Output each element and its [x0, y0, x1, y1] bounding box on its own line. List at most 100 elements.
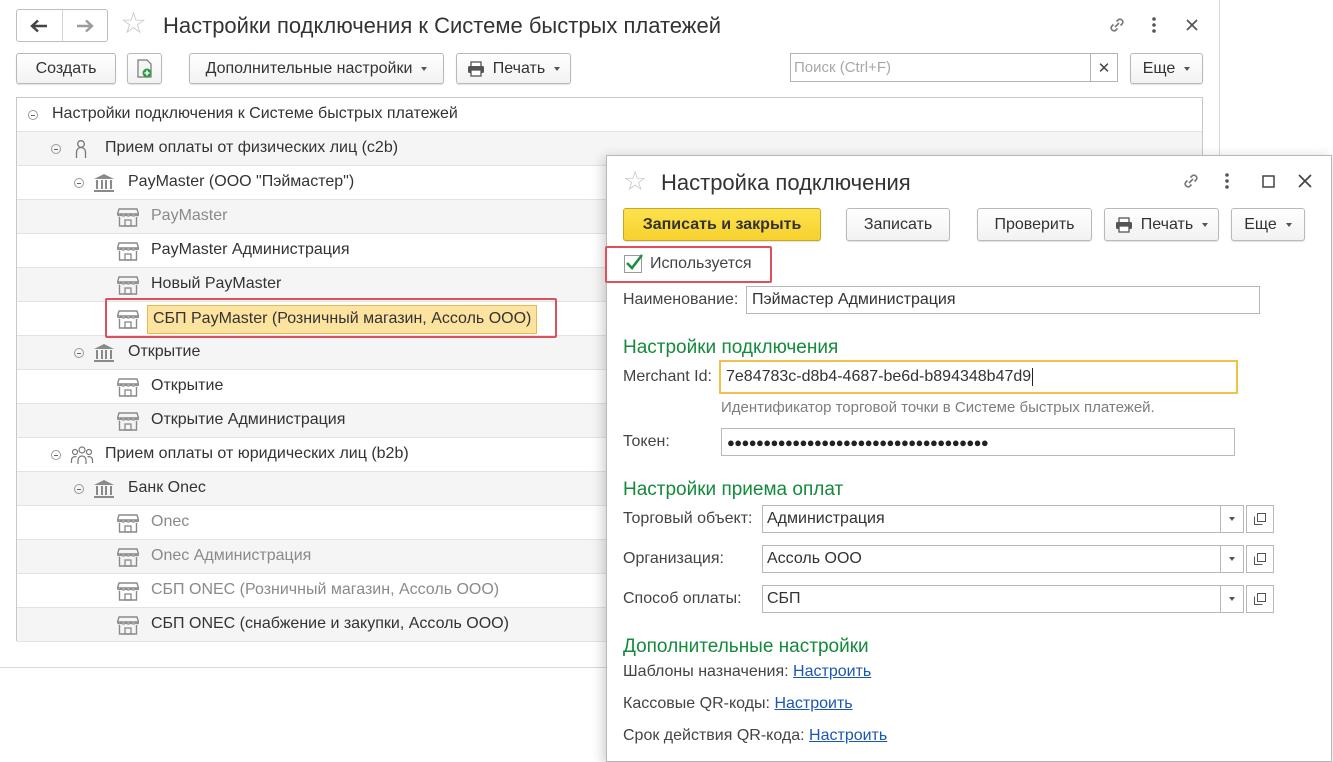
print-label: Печать — [492, 59, 546, 77]
more-button[interactable]: Еще — [1130, 53, 1203, 84]
tree-row-label: Onec — [151, 513, 190, 530]
shop-icon — [116, 411, 140, 431]
save-button[interactable]: Записать — [846, 208, 950, 241]
chevron-down-icon — [1202, 222, 1209, 227]
qr-term-row: Срок действия QR-кода: Настроить — [623, 727, 887, 745]
close-icon[interactable] — [1294, 169, 1316, 193]
save-and-close-label: Записать и закрыть — [642, 215, 802, 233]
more-vertical-icon[interactable] — [1216, 169, 1238, 193]
tree-row-label: СБП ONEC (снабжение и закупки, Ассоль ОО… — [151, 615, 509, 632]
qr-codes-label: Кассовые QR-коды: — [623, 695, 770, 712]
additional-section-title: Дополнительные настройки — [623, 636, 869, 657]
collapse-toggle-icon[interactable] — [51, 450, 61, 460]
merchant-id-field[interactable]: 7e84783c-d8b4-4687-be6d-b894348b47d9 — [719, 360, 1238, 394]
forward-button[interactable] — [61, 10, 108, 41]
checkmark-icon — [626, 254, 644, 270]
shop-icon — [116, 513, 140, 533]
chevron-down-icon — [421, 66, 428, 71]
tree-row-label: Открытие — [128, 343, 201, 360]
link-icon[interactable] — [1105, 13, 1129, 37]
name-field[interactable]: Пэймастер Администрация — [746, 286, 1260, 314]
connection-section-title: Настройки подключения — [623, 337, 839, 358]
dropdown-icon[interactable] — [1220, 585, 1244, 613]
chevron-down-icon — [1285, 222, 1292, 227]
token-label: Токен: — [623, 433, 670, 450]
arrow-left-icon — [30, 19, 48, 32]
tree-row-label: Прием оплаты от физических лиц (c2b) — [105, 139, 399, 156]
check-button[interactable]: Проверить — [977, 208, 1092, 241]
templates-row: Шаблоны назначения: Настроить — [623, 663, 871, 681]
chevron-down-icon — [554, 66, 561, 71]
additional-settings-label: Дополнительные настройки — [205, 59, 413, 77]
name-label: Наименование: — [623, 291, 739, 308]
trade-object-label: Торговый объект: — [623, 510, 753, 527]
templates-configure-link[interactable]: Настроить — [793, 663, 871, 680]
payment-method-select[interactable]: СБП — [762, 585, 1274, 613]
tree-row-label: Прием оплаты от юридических лиц (b2b) — [105, 445, 409, 462]
shop-icon — [116, 615, 140, 635]
favorite-star-icon[interactable]: ☆ — [120, 9, 147, 39]
create-button[interactable]: Создать — [16, 53, 116, 84]
collapse-toggle-icon[interactable] — [74, 178, 84, 188]
dropdown-icon[interactable] — [1220, 505, 1244, 533]
link-icon[interactable] — [1179, 169, 1203, 193]
organization-value: Ассоль ООО — [762, 545, 1220, 573]
more-vertical-icon[interactable] — [1143, 13, 1165, 37]
connection-dialog: ☆ Настройка подключения Записать и закры… — [605, 155, 1332, 762]
people-icon — [70, 445, 94, 465]
dropdown-icon[interactable] — [1220, 545, 1244, 573]
bank-icon — [93, 343, 115, 363]
tree-row-label: Открытие Администрация — [151, 411, 346, 428]
collapse-toggle-icon[interactable] — [51, 144, 61, 154]
printer-icon — [1115, 216, 1132, 233]
qr-codes-row: Кассовые QR-коды: Настроить — [623, 695, 853, 713]
collapse-toggle-icon[interactable] — [74, 348, 84, 358]
save-and-close-button[interactable]: Записать и закрыть — [623, 208, 821, 241]
tree-row-label: Настройки подключения к Системе быстрых … — [52, 105, 458, 122]
trade-object-select[interactable]: Администрация — [762, 505, 1274, 533]
shop-icon — [116, 241, 140, 261]
close-icon[interactable] — [1181, 13, 1203, 37]
dialog-title: Настройка подключения — [661, 170, 911, 195]
open-record-icon[interactable] — [1246, 545, 1274, 573]
qr-codes-configure-link[interactable]: Настроить — [774, 695, 852, 712]
tree-row-label: СБП ONEC (Розничный магазин, Ассоль ООО) — [151, 581, 500, 598]
search-box: ✕ — [790, 53, 1118, 82]
back-button[interactable] — [17, 10, 62, 41]
qr-term-configure-link[interactable]: Настроить — [809, 727, 887, 744]
search-input[interactable] — [791, 54, 1090, 81]
arrow-right-icon — [76, 19, 94, 32]
check-label: Проверить — [994, 215, 1075, 233]
token-field[interactable]: ●●●●●●●●●●●●●●●●●●●●●●●●●●●●●●●●●●●● — [721, 428, 1235, 456]
print-button[interactable]: Печать — [1104, 208, 1219, 241]
payments-section-title: Настройки приема оплат — [623, 479, 844, 500]
used-checkbox[interactable] — [624, 254, 644, 273]
print-button[interactable]: Печать — [456, 53, 571, 84]
payment-method-value: СБП — [762, 585, 1220, 613]
merchant-id-hint: Идентификатор торговой точки в Системе б… — [721, 399, 1155, 416]
tree-row[interactable]: Настройки подключения к Системе быстрых … — [17, 98, 1202, 132]
more-button[interactable]: Еще — [1231, 208, 1305, 241]
tree-row-label: PayMaster — [151, 207, 228, 224]
person-icon — [70, 139, 92, 159]
payment-method-label: Способ оплаты: — [623, 590, 742, 607]
organization-select[interactable]: Ассоль ООО — [762, 545, 1274, 573]
open-record-icon[interactable] — [1246, 505, 1274, 533]
tree-row-label: Onec Администрация — [151, 547, 312, 564]
merchant-id-label: Merchant Id: — [623, 368, 712, 385]
merchant-id-value: 7e84783c-d8b4-4687-be6d-b894348b47d9 — [726, 368, 1032, 385]
organization-label: Организация: — [623, 550, 724, 567]
collapse-toggle-icon[interactable] — [74, 484, 84, 494]
additional-settings-button[interactable]: Дополнительные настройки — [189, 53, 444, 84]
collapse-toggle-icon[interactable] — [28, 110, 38, 120]
shop-icon — [116, 547, 140, 567]
save-label: Записать — [863, 215, 933, 233]
maximize-icon[interactable] — [1257, 169, 1279, 193]
create-copy-button[interactable] — [127, 53, 162, 84]
used-label: Используется — [650, 255, 752, 272]
chevron-down-icon — [1184, 66, 1191, 71]
favorite-star-icon[interactable]: ☆ — [623, 168, 647, 195]
open-record-icon[interactable] — [1246, 585, 1274, 613]
clear-search-icon[interactable]: ✕ — [1090, 54, 1117, 81]
nav-buttons — [16, 9, 108, 42]
